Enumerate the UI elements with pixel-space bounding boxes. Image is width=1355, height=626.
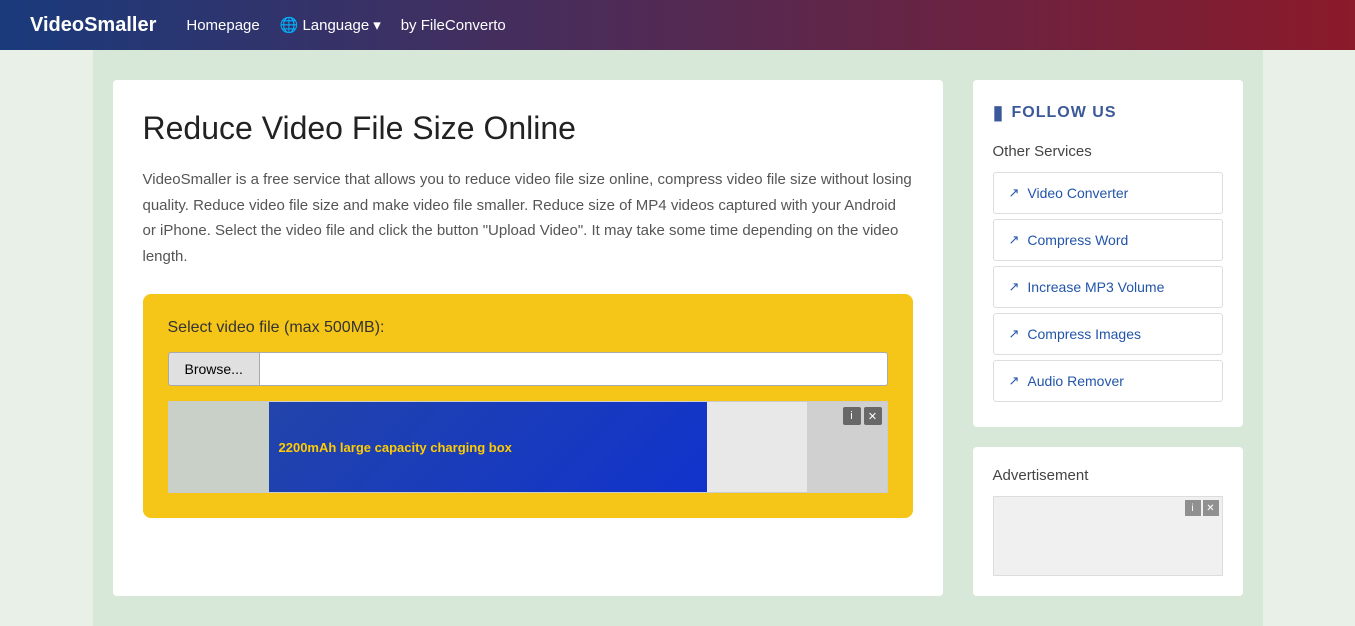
service-label: Audio Remover xyxy=(1027,373,1124,389)
upload-label: Select video file (max 500MB): xyxy=(168,319,888,337)
external-link-icon: ↗ xyxy=(1009,185,1020,201)
sidebar-item-compress-images[interactable]: ↗ Compress Images xyxy=(993,313,1223,355)
external-link-icon: ↗ xyxy=(1009,373,1020,389)
ad-section-title: Advertisement xyxy=(993,467,1223,484)
service-label: Increase MP3 Volume xyxy=(1027,279,1164,295)
facebook-icon: ▮ xyxy=(993,100,1004,125)
sidebar-card-ad: Advertisement i ✕ xyxy=(973,447,1243,596)
chevron-down-icon: ▾ xyxy=(373,16,381,34)
close-icon: ✕ xyxy=(1206,503,1214,514)
sidebar-item-audio-remover[interactable]: ↗ Audio Remover xyxy=(993,360,1223,402)
file-input-row: Browse... xyxy=(168,352,888,386)
sidebar-ad-info-button[interactable]: i xyxy=(1185,500,1201,516)
follow-section: ▮ FOLLOW US xyxy=(993,100,1223,125)
sidebar-item-increase-mp3[interactable]: ↗ Increase MP3 Volume xyxy=(993,266,1223,308)
sidebar-ad-close-button[interactable]: ✕ xyxy=(1203,500,1219,516)
header-nav: Homepage 🌐 Language ▾ by FileConverto xyxy=(186,16,505,34)
service-label: Video Converter xyxy=(1027,185,1128,201)
language-icon: 🌐 xyxy=(280,16,299,34)
ad-strips: 2200mAh large capacity charging box xyxy=(169,402,887,492)
ad-strip-left xyxy=(169,402,269,492)
ad-info-button[interactable]: i xyxy=(843,407,861,425)
page-title: Reduce Video File Size Online xyxy=(143,110,913,147)
close-icon: ✕ xyxy=(868,410,877,423)
main-content: Reduce Video File Size Online VideoSmall… xyxy=(113,80,943,596)
page-wrapper: Reduce Video File Size Online VideoSmall… xyxy=(93,50,1263,626)
service-label: Compress Word xyxy=(1027,232,1128,248)
header: VideoSmaller Homepage 🌐 Language ▾ by Fi… xyxy=(0,0,1355,50)
info-icon: i xyxy=(1191,503,1193,514)
info-icon: i xyxy=(850,410,852,422)
page-description: VideoSmaller is a free service that allo… xyxy=(143,167,913,269)
site-brand[interactable]: VideoSmaller xyxy=(30,14,156,37)
ad-banner-area: 2200mAh large capacity charging box i ✕ xyxy=(168,401,888,493)
nav-language[interactable]: 🌐 Language ▾ xyxy=(280,16,381,34)
browse-button[interactable]: Browse... xyxy=(168,352,260,386)
ad-close-button[interactable]: ✕ xyxy=(864,407,882,425)
ad-text: 2200mAh large capacity charging box xyxy=(279,440,512,455)
follow-title: FOLLOW US xyxy=(1012,104,1117,122)
sidebar-item-video-converter[interactable]: ↗ Video Converter xyxy=(993,172,1223,214)
external-link-icon: ↗ xyxy=(1009,279,1020,295)
external-link-icon: ↗ xyxy=(1009,326,1020,342)
service-label: Compress Images xyxy=(1027,326,1141,342)
ad-strip-main: 2200mAh large capacity charging box xyxy=(269,402,707,492)
sidebar: ▮ FOLLOW US Other Services ↗ Video Conve… xyxy=(973,80,1243,596)
external-link-icon: ↗ xyxy=(1009,232,1020,248)
file-input-display[interactable] xyxy=(260,352,888,386)
nav-by-fileconverto[interactable]: by FileConverto xyxy=(401,17,506,34)
nav-homepage[interactable]: Homepage xyxy=(186,17,259,34)
other-services-title: Other Services xyxy=(993,143,1223,160)
sidebar-card-services: ▮ FOLLOW US Other Services ↗ Video Conve… xyxy=(973,80,1243,427)
ad-strip-right1 xyxy=(707,402,807,492)
sidebar-ad-box: i ✕ xyxy=(993,496,1223,576)
language-label: Language xyxy=(302,17,369,34)
sidebar-item-compress-word[interactable]: ↗ Compress Word xyxy=(993,219,1223,261)
upload-box: Select video file (max 500MB): Browse...… xyxy=(143,294,913,518)
